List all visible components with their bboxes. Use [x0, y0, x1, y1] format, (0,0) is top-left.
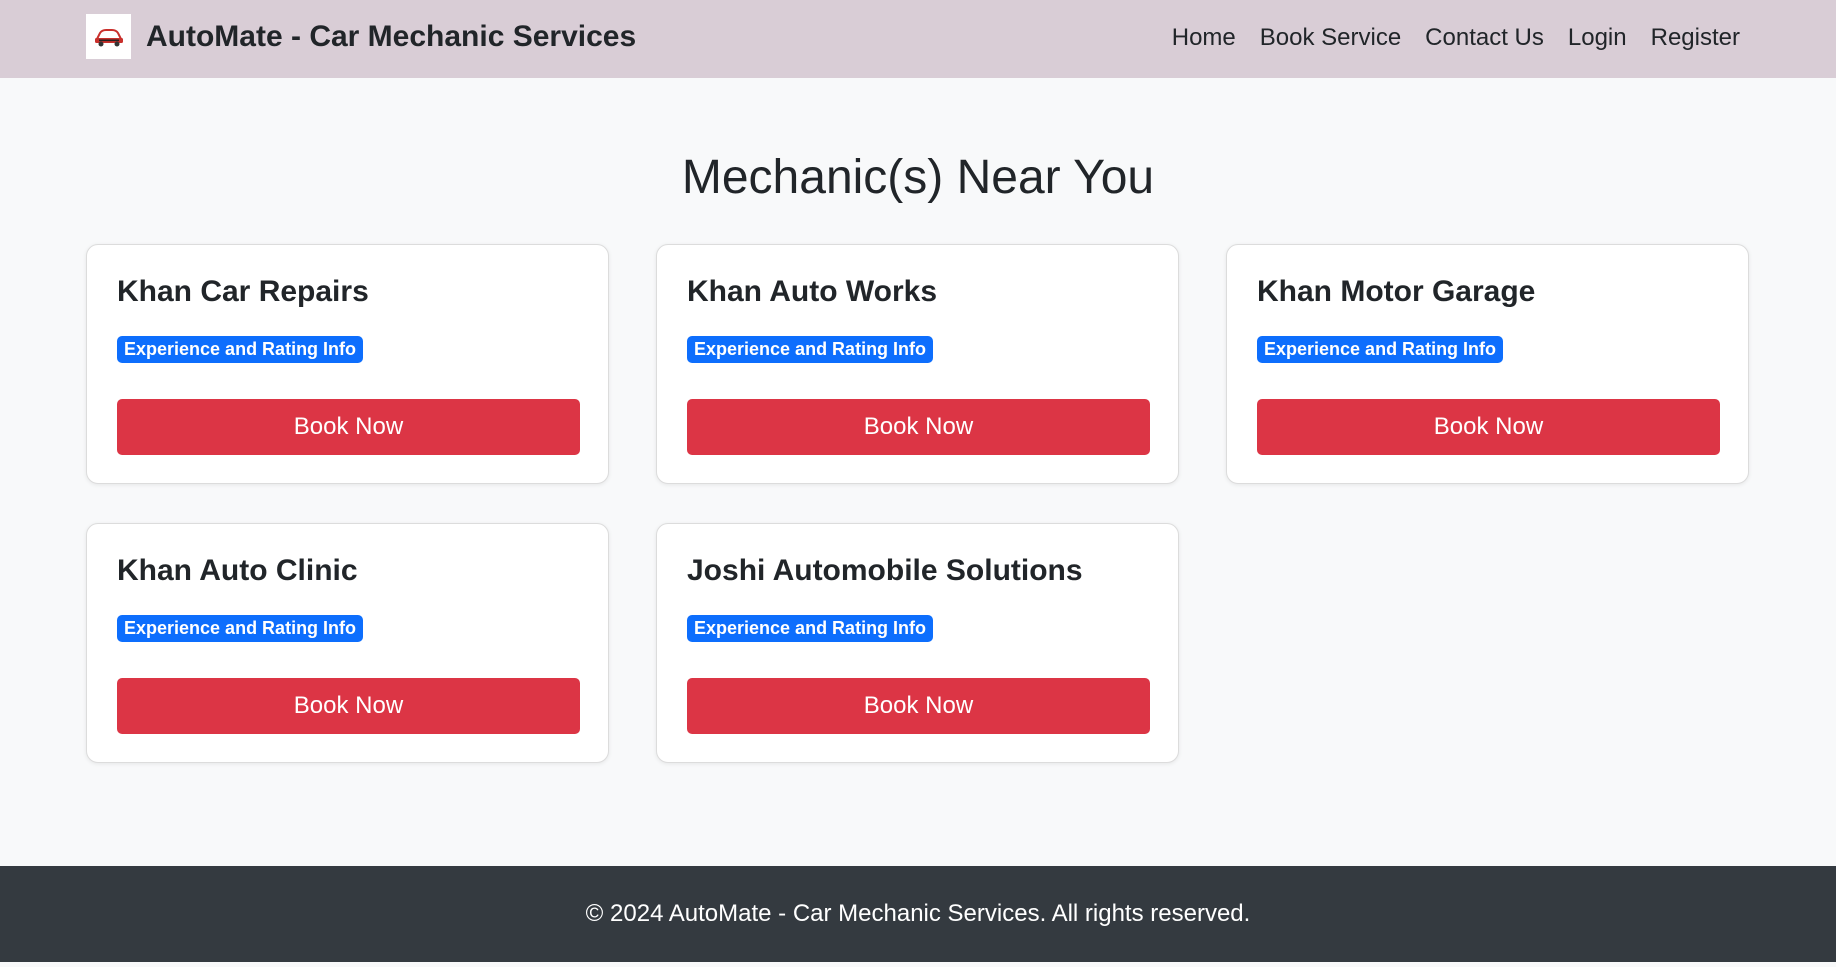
mechanic-name: Khan Car Repairs	[117, 275, 369, 308]
footer: © 2024 AutoMate - Car Mechanic Services.…	[0, 866, 1836, 962]
page-title: Mechanic(s) Near You	[681, 151, 1155, 204]
mechanic-card: Khan Auto Clinic Experience and Rating I…	[86, 523, 609, 763]
brand[interactable]: AutoMate - Car Mechanic Services	[86, 14, 636, 59]
mechanic-card: Khan Auto Works Experience and Rating In…	[656, 244, 1179, 484]
mechanic-card: Khan Motor Garage Experience and Rating …	[1226, 244, 1749, 484]
mechanic-card: Joshi Automobile Solutions Experience an…	[656, 523, 1179, 763]
copyright-text: © 2024 AutoMate - Car Mechanic Services.…	[585, 900, 1251, 927]
navbar: AutoMate - Car Mechanic Services Home Bo…	[0, 0, 1836, 78]
nav-login[interactable]: Login	[1568, 24, 1627, 52]
nav-book-service[interactable]: Book Service	[1260, 24, 1401, 52]
book-now-button[interactable]: Book Now	[1257, 399, 1720, 455]
nav-links: Home Book Service Contact Us Login Regis…	[1148, 0, 1740, 76]
mechanic-name: Joshi Automobile Solutions	[687, 554, 1083, 587]
experience-rating-badge: Experience and Rating Info	[687, 615, 934, 642]
book-now-button[interactable]: Book Now	[687, 399, 1150, 455]
mechanic-card: Khan Car Repairs Experience and Rating I…	[86, 244, 609, 484]
experience-rating-badge: Experience and Rating Info	[687, 336, 934, 363]
book-now-button[interactable]: Book Now	[117, 399, 580, 455]
experience-rating-badge: Experience and Rating Info	[1257, 336, 1504, 363]
experience-rating-badge: Experience and Rating Info	[117, 615, 364, 642]
book-now-button[interactable]: Book Now	[687, 678, 1150, 734]
mechanic-name: Khan Auto Works	[687, 275, 938, 308]
mechanic-name: Khan Motor Garage	[1257, 275, 1536, 308]
brand-name[interactable]: AutoMate - Car Mechanic Services	[146, 20, 636, 54]
book-now-button[interactable]: Book Now	[117, 678, 580, 734]
car-logo-icon[interactable]	[86, 14, 131, 59]
nav-home[interactable]: Home	[1172, 24, 1236, 52]
mechanic-name: Khan Auto Clinic	[117, 554, 358, 587]
experience-rating-badge: Experience and Rating Info	[117, 336, 364, 363]
nav-register[interactable]: Register	[1651, 24, 1740, 52]
nav-contact-us[interactable]: Contact Us	[1425, 24, 1544, 52]
